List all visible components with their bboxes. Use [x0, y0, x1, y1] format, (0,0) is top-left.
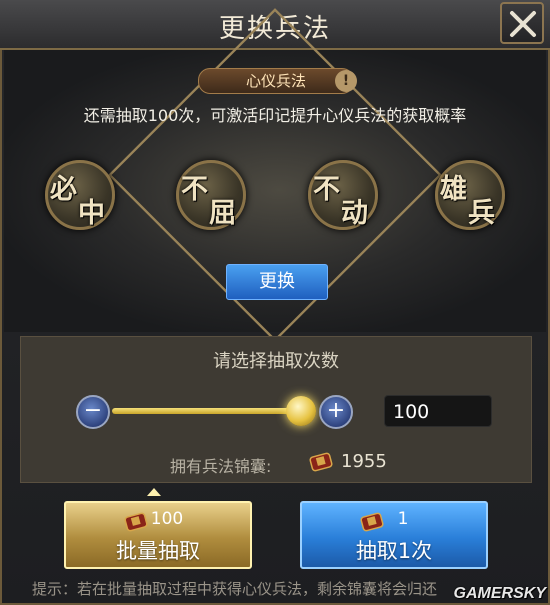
draw-hint-text: 还需抽取100次，可激活印记提升心仪兵法的获取概率 — [83, 106, 467, 125]
count-slider-track[interactable] — [112, 408, 312, 414]
info-icon[interactable]: ! — [335, 70, 357, 92]
favorite-tactic-tag: 心仪兵法 ! — [198, 68, 357, 94]
medal-char: 雄 — [440, 174, 467, 205]
medal-char: 中 — [78, 198, 105, 229]
swap-button[interactable]: 更换 — [226, 264, 328, 300]
owned-bags-label: 拥有兵法锦囊: — [170, 457, 272, 476]
selection-pointer — [147, 488, 161, 496]
close-button[interactable] — [500, 2, 544, 44]
tip-text: 提示：若在批量抽取过程中获得心仪兵法，剩余锦囊将会归还 — [32, 580, 438, 598]
decrease-button[interactable]: − — [76, 395, 110, 429]
medal-char: 不 — [181, 174, 208, 205]
draw-count-title: 请选择抽取次数 — [213, 351, 339, 372]
draw-count-input[interactable]: 100 — [384, 395, 492, 427]
medal-char: 屈 — [209, 198, 236, 229]
single-draw-button[interactable]: 1 抽取1次 — [300, 501, 488, 569]
owned-bags-count: 1955 — [341, 451, 387, 472]
tactic-medal-xiongbing[interactable]: 雄 兵 — [435, 160, 505, 230]
tactic-medal-budong[interactable]: 不 动 — [308, 160, 378, 230]
count-slider-handle[interactable] — [286, 396, 316, 426]
medal-char: 动 — [341, 198, 368, 229]
medal-char: 兵 — [468, 198, 495, 229]
single-draw-label: 抽取1次 — [355, 539, 433, 563]
favorite-tactic-label: 心仪兵法 — [245, 72, 306, 90]
tactic-medal-bizhong[interactable]: 必 中 — [45, 160, 115, 230]
batch-draw-button[interactable]: 100 批量抽取 — [64, 501, 252, 569]
count-slider-fill — [112, 408, 292, 414]
batch-draw-cost: 100 — [150, 509, 184, 529]
tactic-medal-buqu[interactable]: 不 屈 — [176, 160, 246, 230]
close-icon — [510, 11, 536, 37]
medal-char: 必 — [50, 174, 77, 205]
tactic-bag-icon — [309, 452, 333, 472]
batch-draw-label: 批量抽取 — [116, 539, 200, 563]
watermark-logo: GAMERSKY — [453, 585, 546, 602]
increase-button[interactable]: + — [319, 395, 353, 429]
medal-char: 不 — [313, 174, 340, 205]
single-draw-cost: 1 — [397, 509, 409, 529]
